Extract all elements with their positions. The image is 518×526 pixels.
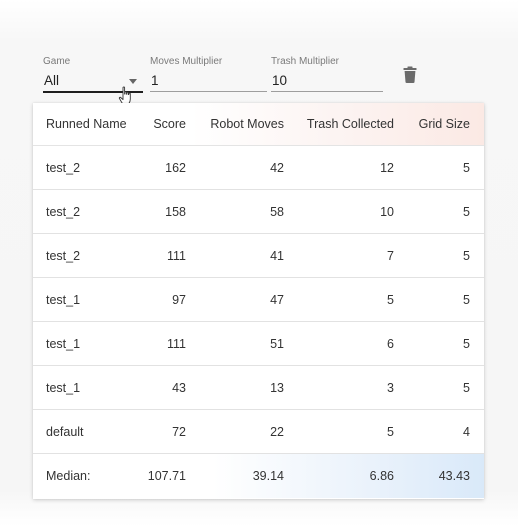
- moves-multiplier-field[interactable]: Moves Multiplier 1: [150, 56, 267, 92]
- cell-trash-collected: 12: [380, 160, 394, 175]
- cell-trash-collected: 5: [387, 292, 394, 307]
- cell-robot-moves: 22: [270, 424, 284, 439]
- game-label: Game: [43, 56, 71, 67]
- table-row: default 72 22 5 4: [33, 410, 484, 454]
- cell-robot-moves: 47: [270, 292, 284, 307]
- median-grid-size: 43.43: [438, 469, 470, 483]
- page: Game All Moves Multiplier 1 Trash Multip…: [0, 0, 518, 526]
- table-row: test_2 158 58 10 5: [33, 190, 484, 234]
- cell-score: 72: [172, 424, 186, 439]
- cell-runned-name: test_2: [46, 160, 81, 175]
- cell-runned-name: test_1: [46, 336, 81, 351]
- column-header-grid-size[interactable]: Grid Size: [419, 103, 470, 145]
- column-header-trash-collected[interactable]: Trash Collected: [307, 103, 394, 145]
- table-row: test_1 43 13 3 5: [33, 366, 484, 410]
- cell-robot-moves: 13: [270, 380, 284, 395]
- cell-score: 111: [166, 248, 186, 263]
- chevron-down-icon[interactable]: [129, 79, 137, 84]
- median-robot-moves: 39.14: [252, 469, 284, 483]
- cell-grid-size: 5: [463, 380, 470, 395]
- cell-robot-moves: 41: [270, 248, 284, 263]
- cell-runned-name: test_2: [46, 204, 81, 219]
- trash-icon[interactable]: [403, 66, 417, 83]
- cell-trash-collected: 10: [380, 204, 394, 219]
- column-header-runned-name[interactable]: Runned Name: [46, 103, 127, 145]
- trash-multiplier-input[interactable]: 10: [271, 71, 383, 91]
- median-label: Median:: [46, 469, 91, 483]
- cell-grid-size: 5: [463, 160, 470, 175]
- moves-multiplier-input[interactable]: 1: [150, 71, 267, 91]
- trash-multiplier-label: Trash Multiplier: [271, 56, 339, 67]
- cell-trash-collected: 5: [387, 424, 394, 439]
- table-row: test_1 111 51 6 5: [33, 322, 484, 366]
- cell-trash-collected: 7: [387, 248, 394, 263]
- results-table: Runned Name Score Robot Moves Trash Coll…: [33, 103, 484, 499]
- cell-robot-moves: 58: [270, 204, 284, 219]
- trash-multiplier-field[interactable]: Trash Multiplier 10: [271, 56, 383, 92]
- cell-score: 111: [166, 336, 186, 351]
- cell-grid-size: 5: [463, 248, 470, 263]
- column-header-robot-moves[interactable]: Robot Moves: [210, 103, 284, 145]
- cell-grid-size: 5: [463, 204, 470, 219]
- cell-robot-moves: 42: [270, 160, 284, 175]
- median-row: Median: 107.71 39.14 6.86 43.43: [33, 454, 484, 498]
- median-trash-collected: 6.86: [369, 469, 394, 483]
- cell-grid-size: 5: [463, 292, 470, 307]
- cell-score: 162: [165, 160, 186, 175]
- delete-button[interactable]: [399, 63, 421, 85]
- moves-multiplier-underline: [150, 91, 267, 92]
- column-header-score[interactable]: Score: [153, 103, 186, 145]
- cell-trash-collected: 3: [387, 380, 394, 395]
- cell-robot-moves: 51: [270, 336, 284, 351]
- cell-runned-name: test_2: [46, 248, 81, 263]
- cell-score: 97: [172, 292, 186, 307]
- cell-runned-name: test_1: [46, 292, 81, 307]
- table-header-row: Runned Name Score Robot Moves Trash Coll…: [33, 103, 484, 146]
- cell-runned-name: default: [46, 424, 84, 439]
- table-row: test_2 111 41 7 5: [33, 234, 484, 278]
- table-row: test_2 162 42 12 5: [33, 146, 484, 190]
- trash-multiplier-underline: [271, 91, 383, 92]
- cell-grid-size: 5: [463, 336, 470, 351]
- cell-grid-size: 4: [463, 424, 470, 439]
- median-score: 107.71: [147, 469, 186, 483]
- cell-runned-name: test_1: [46, 380, 81, 395]
- cell-score: 158: [165, 204, 186, 219]
- cell-trash-collected: 6: [387, 336, 394, 351]
- table-row: test_1 97 47 5 5: [33, 278, 484, 322]
- moves-multiplier-label: Moves Multiplier: [150, 56, 223, 67]
- cell-score: 43: [172, 380, 186, 395]
